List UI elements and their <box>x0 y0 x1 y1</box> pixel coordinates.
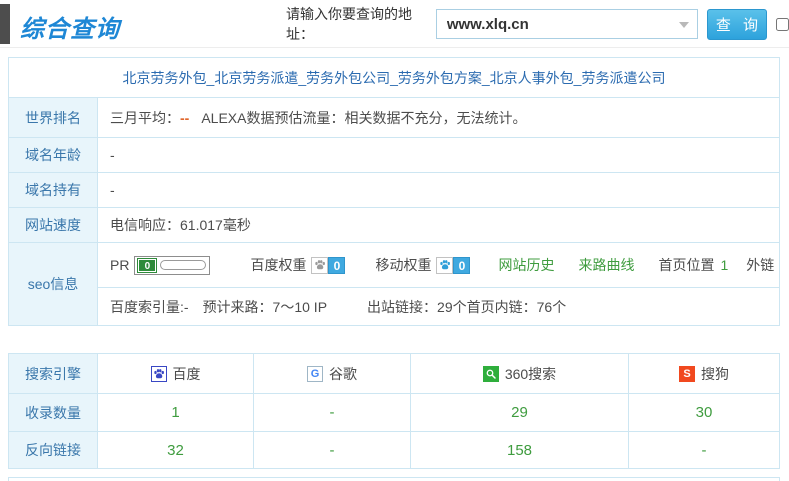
engine-baidu[interactable]: 百度 <box>151 364 201 384</box>
header-accent-bar <box>0 4 10 44</box>
row-label-world-rank: 世界排名 <box>9 98 98 138</box>
table-row: 反向链接 32 - 158 - <box>9 432 780 469</box>
engine-name: 360搜索 <box>505 364 556 384</box>
option-checkbox[interactable] <box>776 18 789 31</box>
sogou-s-icon: S <box>679 366 695 382</box>
world-rank-dash: -- <box>180 110 189 126</box>
engine-name: 搜狗 <box>701 364 729 384</box>
search-label: 请输入你要查询的地址： <box>286 4 430 44</box>
search-engine-table: 搜索引擎 百度 G 谷歌 360搜索 <box>8 353 780 469</box>
backlinks-sogou: - <box>629 432 780 469</box>
row-label-backlinks: 反向链接 <box>9 432 98 469</box>
baidu-weight-label: 百度权重 <box>250 255 306 275</box>
pr-meter-track <box>160 260 206 270</box>
included-google: - <box>254 394 411 432</box>
engine-name: 谷歌 <box>329 364 357 384</box>
table-row: 域名年龄 - <box>9 138 780 173</box>
paw-icon <box>436 257 453 274</box>
header: 综合查询 请输入你要查询的地址： 查 询 <box>0 0 789 48</box>
pr-label: PR <box>110 257 129 273</box>
page-title: 综合查询 <box>20 9 120 44</box>
included-baidu: 1 <box>98 394 254 432</box>
backlinks-360: 158 <box>411 432 629 469</box>
site-info-table: 北京劳务外包_北京劳务派遣_劳务外包公司_劳务外包方案_北京人事外包_劳务派遣公… <box>8 57 780 326</box>
row-label-seo-info: seo信息 <box>9 243 98 326</box>
baidu-icon <box>151 366 167 382</box>
360-search-icon <box>483 366 499 382</box>
mobile-weight-badge[interactable]: 0 <box>436 257 470 274</box>
row-label-domain-age: 域名年龄 <box>9 138 98 173</box>
row-label-search-engine: 搜索引擎 <box>9 354 98 394</box>
engine-google[interactable]: G 谷歌 <box>307 364 357 384</box>
search-input[interactable] <box>436 9 698 39</box>
chevron-down-icon[interactable] <box>679 22 689 28</box>
pr-value: 0 <box>138 259 156 272</box>
table-row: 域名持有 - <box>9 173 780 208</box>
table-row: 百度索引量:- 预计来路：7～10 IP 出站链接：29个首页内链：76个 <box>9 288 780 326</box>
row-label-site-speed: 网站速度 <box>9 208 98 243</box>
row-label-domain-holder: 域名持有 <box>9 173 98 208</box>
next-section-border <box>8 477 780 481</box>
paw-icon <box>311 257 328 274</box>
search-combobox <box>436 9 698 39</box>
table-row: 北京劳务外包_北京劳务派遣_劳务外包公司_劳务外包方案_北京人事外包_劳务派遣公… <box>9 58 780 98</box>
table-row: 世界排名 三月平均：-- ALEXA数据预估流量：相关数据不充分，无法统计。 <box>9 98 780 138</box>
home-position-value: 1 <box>720 257 728 273</box>
backlinks-baidu: 32 <box>98 432 254 469</box>
baidu-weight-value: 0 <box>328 257 345 274</box>
engine-name: 百度 <box>173 364 201 384</box>
query-button[interactable]: 查 询 <box>707 9 767 40</box>
traffic-curve-link[interactable]: 来路曲线 <box>578 255 634 275</box>
included-360: 29 <box>411 394 629 432</box>
world-rank-prefix: 三月平均： <box>110 110 180 126</box>
mobile-weight-label: 移动权重 <box>375 255 431 275</box>
engine-360[interactable]: 360搜索 <box>483 364 556 384</box>
mobile-weight-value: 0 <box>453 257 470 274</box>
world-rank-note: ALEXA数据预估流量：相关数据不充分，无法统计。 <box>201 110 526 126</box>
row-label-included-count: 收录数量 <box>9 394 98 432</box>
baidu-index-value: 百度索引量:- <box>110 297 189 317</box>
backlinks-google: - <box>254 432 411 469</box>
home-position-label: 首页位置 <box>658 255 714 275</box>
outlink-label: 外链 <box>746 255 774 275</box>
site-history-link[interactable]: 网站历史 <box>498 255 554 275</box>
domain-holder-value: - <box>98 173 780 208</box>
table-row: seo信息 PR 0 百度权重 0 移动权重 <box>9 243 780 288</box>
site-title-link[interactable]: 北京劳务外包_北京劳务派遣_劳务外包公司_劳务外包方案_北京人事外包_劳务派遣公… <box>123 70 666 86</box>
table-row: 搜索引擎 百度 G 谷歌 360搜索 <box>9 354 780 394</box>
google-g-icon: G <box>307 366 323 382</box>
outbound-links-value: 出站链接：29个首页内链：76个 <box>367 297 566 317</box>
table-row: 收录数量 1 - 29 30 <box>9 394 780 432</box>
pr-meter: 0 <box>134 256 210 275</box>
estimated-traffic-value: 预计来路：7～10 IP <box>203 297 327 317</box>
included-sogou: 30 <box>629 394 780 432</box>
engine-sogou[interactable]: S 搜狗 <box>679 364 729 384</box>
table-row: 网站速度 电信响应：61.017毫秒 <box>9 208 780 243</box>
site-speed-value: 电信响应：61.017毫秒 <box>98 208 780 243</box>
baidu-weight-badge[interactable]: 0 <box>311 257 345 274</box>
search-area: 请输入你要查询的地址： 查 询 <box>286 0 789 48</box>
domain-age-value: - <box>98 138 780 173</box>
